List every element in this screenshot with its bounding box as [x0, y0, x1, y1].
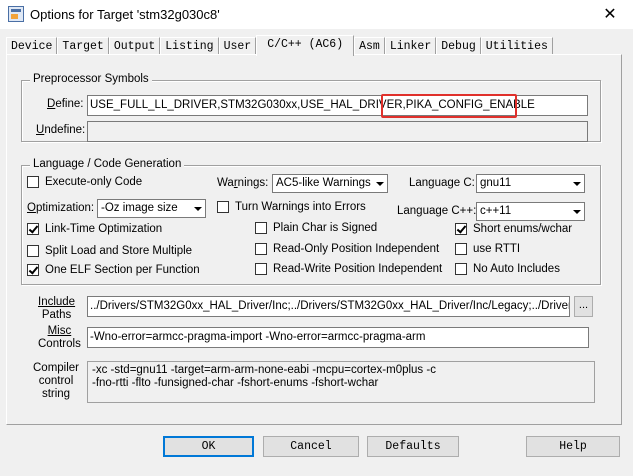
no-auto-includes-checkbox[interactable]: No Auto Includes: [455, 263, 560, 275]
turn-warnings-errors-checkbox[interactable]: Turn Warnings into Errors: [217, 201, 366, 213]
tab-user[interactable]: User: [218, 37, 257, 55]
no-auto-includes-box[interactable]: [455, 263, 467, 275]
tab-utilities[interactable]: Utilities: [480, 37, 553, 55]
use-rtti-box[interactable]: [455, 243, 467, 255]
ropi-checkbox[interactable]: Read-Only Position Independent: [255, 243, 439, 255]
link-time-opt-checkbox[interactable]: Link-Time Optimization: [27, 223, 162, 235]
turn-warnings-errors-box[interactable]: [217, 201, 229, 213]
window-title: Options for Target 'stm32g030c8': [30, 7, 220, 22]
one-elf-section-checkbox[interactable]: One ELF Section per Function: [27, 264, 200, 276]
misc-controls-label: Misc Controls: [38, 325, 81, 350]
define-label: Define:: [47, 98, 84, 110]
language-group-label: Language / Code Generation: [30, 158, 185, 170]
warnings-label: Warnings:: [217, 177, 269, 189]
optimization-label: Optimization:: [27, 202, 95, 214]
compiler-control-string: -xc -std=gnu11 -target=arm-arm-none-eabi…: [87, 361, 595, 403]
include-paths-input[interactable]: ../Drivers/STM32G0xx_HAL_Driver/Inc;../D…: [87, 296, 570, 317]
ok-button[interactable]: OK: [163, 436, 254, 457]
undefine-input[interactable]: [87, 121, 588, 142]
misc-controls-input[interactable]: -Wno-error=armcc-pragma-import -Wno-erro…: [87, 327, 589, 348]
tab-strip: Device Target Output Listing User C/C++ …: [6, 35, 553, 56]
chevron-down-icon[interactable]: [568, 203, 584, 220]
rwpi-box[interactable]: [255, 263, 267, 275]
language-cpp-select[interactable]: c++11: [476, 202, 585, 221]
warnings-select[interactable]: AC5-like Warnings: [272, 174, 388, 193]
keil-app-icon: [8, 6, 24, 22]
close-button[interactable]: ✕: [587, 0, 633, 30]
tab-debug[interactable]: Debug: [436, 37, 481, 55]
language-cpp-label: Language C++:: [397, 205, 477, 217]
use-rtti-checkbox[interactable]: use RTTI: [455, 243, 520, 255]
tab-target[interactable]: Target: [57, 37, 109, 55]
title-bar: Options for Target 'stm32g030c8' ✕: [0, 0, 633, 30]
plain-char-signed-box[interactable]: [255, 222, 267, 234]
language-c-select[interactable]: gnu11: [476, 174, 585, 193]
undefine-label: Undefine:: [36, 124, 86, 136]
help-button[interactable]: Help: [526, 436, 620, 457]
rwpi-checkbox[interactable]: Read-Write Position Independent: [255, 263, 442, 275]
highlight-annotation-box: [381, 94, 517, 118]
plain-char-signed-checkbox[interactable]: Plain Char is Signed: [255, 222, 377, 234]
preprocessor-group-label: Preprocessor Symbols: [30, 73, 152, 85]
include-paths-label: Include Paths: [38, 296, 76, 321]
cancel-button[interactable]: Cancel: [263, 436, 359, 457]
execute-only-checkbox[interactable]: Execute-only Code: [27, 176, 142, 188]
chevron-down-icon[interactable]: [568, 175, 584, 192]
short-enums-box[interactable]: [455, 223, 467, 235]
tab-linker[interactable]: Linker: [384, 37, 437, 55]
include-paths-browse-button[interactable]: ...: [574, 296, 593, 317]
compiler-control-label: Compiler control string: [33, 362, 80, 400]
chevron-down-icon[interactable]: [189, 200, 205, 217]
defaults-button[interactable]: Defaults: [367, 436, 459, 457]
tab-listing[interactable]: Listing: [160, 37, 219, 55]
split-load-store-box[interactable]: [27, 245, 39, 257]
optimization-select[interactable]: -Oz image size: [97, 199, 206, 218]
short-enums-checkbox[interactable]: Short enums/wchar: [455, 223, 572, 235]
one-elf-section-box[interactable]: [27, 264, 39, 276]
execute-only-box[interactable]: [27, 176, 39, 188]
link-time-opt-box[interactable]: [27, 223, 39, 235]
tab-device[interactable]: Device: [6, 37, 58, 55]
language-c-label: Language C:: [409, 177, 475, 189]
ropi-box[interactable]: [255, 243, 267, 255]
tab-c-cpp-ac6[interactable]: C/C++ (AC6): [256, 35, 355, 56]
tab-output[interactable]: Output: [108, 37, 161, 55]
tab-asm[interactable]: Asm: [354, 37, 385, 55]
split-load-store-checkbox[interactable]: Split Load and Store Multiple: [27, 245, 192, 257]
chevron-down-icon[interactable]: [371, 175, 387, 192]
